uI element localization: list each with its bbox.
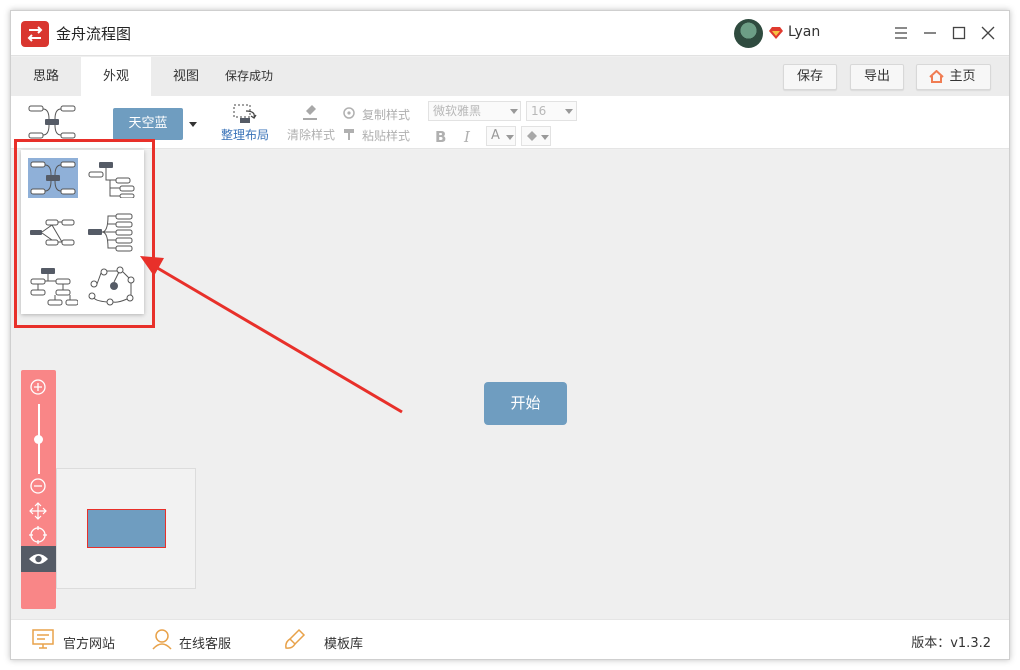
username[interactable]: Lyan <box>788 24 820 40</box>
clear-style-label[interactable]: 清除样式 <box>287 126 335 143</box>
menu-icon[interactable] <box>891 23 911 43</box>
template-brush-icon <box>285 628 306 649</box>
maximize-icon[interactable] <box>949 23 969 43</box>
paste-style-label[interactable]: 粘贴样式 <box>362 127 410 144</box>
minimap[interactable] <box>56 468 196 589</box>
app-logo <box>21 21 49 47</box>
minimap-toggle-button[interactable] <box>21 546 56 572</box>
avatar[interactable] <box>734 19 763 48</box>
flow-logo-icon <box>27 26 43 42</box>
font-family-select[interactable]: 微软雅黑 <box>428 101 521 121</box>
minimap-viewport[interactable] <box>87 509 166 548</box>
annotation-arrow <box>140 256 403 414</box>
tab-mindmap[interactable]: 思路 <box>11 57 81 96</box>
zoom-in-icon[interactable] <box>29 378 47 396</box>
font-color-dropdown-icon[interactable] <box>506 135 514 140</box>
vip-diamond-icon <box>769 27 783 39</box>
tab-appearance[interactable]: 外观 <box>81 57 151 96</box>
structure-layout-icon[interactable] <box>27 104 77 140</box>
theme-button[interactable]: 天空蓝 <box>113 108 183 140</box>
save-status: 保存成功 <box>225 69 274 83</box>
title-bar: 金舟流程图 Lyan <box>11 11 1009 56</box>
arrange-layout-label[interactable]: 整理布局 <box>221 126 269 143</box>
official-site-link[interactable]: 官方网站 <box>63 633 115 652</box>
font-family-dropdown-icon[interactable] <box>510 109 518 114</box>
arrange-layout-icon[interactable] <box>232 102 258 124</box>
monitor-icon <box>32 629 54 649</box>
copy-style-label[interactable]: 复制样式 <box>362 106 410 123</box>
paint-brush-icon <box>344 129 354 140</box>
footer-bar: 官方网站 在线客服 模板库 版本：v1.3.2 <box>11 619 1009 659</box>
annotation-highlight-box <box>14 139 155 328</box>
fill-color-dropdown-icon[interactable] <box>541 135 549 140</box>
zoom-out-icon[interactable] <box>29 477 47 495</box>
template-library-link[interactable]: 模板库 <box>324 633 363 652</box>
export-button[interactable]: 导出 <box>850 64 904 90</box>
online-service-link[interactable]: 在线客服 <box>179 633 231 652</box>
close-icon[interactable] <box>978 23 998 43</box>
zoom-panel <box>21 370 56 609</box>
minimize-icon[interactable] <box>920 23 940 43</box>
version-label: 版本：v1.3.2 <box>911 636 991 651</box>
home-label: 主页 <box>949 69 976 84</box>
save-button[interactable]: 保存 <box>783 64 837 90</box>
tab-bar: 思路 外观 视图 保存成功 保存 导出 主页 <box>11 57 1009 96</box>
zoom-slider-handle[interactable] <box>34 435 43 444</box>
bold-button[interactable]: B <box>435 128 446 146</box>
tab-view[interactable]: 视图 <box>151 57 221 96</box>
font-size-dropdown-icon[interactable] <box>565 109 573 114</box>
italic-button[interactable]: I <box>464 128 470 146</box>
theme-dropdown-icon[interactable] <box>189 122 197 127</box>
home-icon <box>929 70 944 83</box>
eye-icon <box>29 554 48 564</box>
customer-service-icon <box>152 629 172 650</box>
home-button[interactable]: 主页 <box>916 64 991 90</box>
app-title: 金舟流程图 <box>56 25 132 43</box>
ribbon-toolbar: 天空蓝 整理布局 清除样式 复制样式 粘贴样式 微软雅黑 16 B I A <box>11 96 1009 149</box>
copy-style-icon <box>343 107 355 119</box>
app-window: 金舟流程图 Lyan 思路 外观 视图 保存成功 保存 导出 主页 天空蓝 整理… <box>10 10 1010 660</box>
eraser-icon <box>303 105 317 120</box>
paint-bucket-icon <box>527 131 537 141</box>
move-icon[interactable] <box>29 502 47 520</box>
start-node[interactable]: 开始 <box>484 382 567 425</box>
center-icon[interactable] <box>29 526 47 544</box>
